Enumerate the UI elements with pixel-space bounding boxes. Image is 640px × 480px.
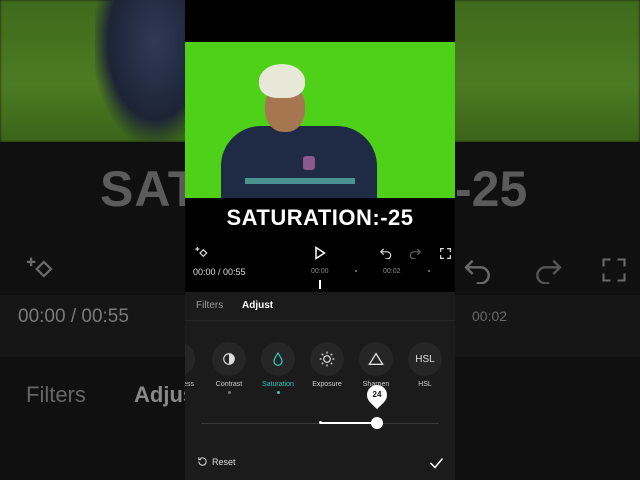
fullscreen-icon[interactable]: [434, 242, 455, 264]
timeline-dot: [428, 270, 430, 272]
tool-hsl[interactable]: HSL HSL: [401, 342, 449, 388]
background-undo-icon: [462, 256, 494, 291]
slider-thumb[interactable]: [371, 417, 384, 429]
background-caption-right: -25: [455, 161, 528, 217]
reset-button[interactable]: Reset: [197, 456, 236, 467]
reset-label: Reset: [212, 456, 236, 467]
confirm-button[interactable]: [427, 454, 445, 472]
background-tab-filters: Filters: [26, 382, 86, 407]
saturation-icon: [261, 342, 295, 376]
keyframe-icon[interactable]: [191, 242, 213, 264]
saturation-slider[interactable]: 24: [201, 380, 439, 429]
tool-label: HSL: [418, 381, 432, 388]
tool-label: Saturation: [262, 381, 294, 388]
exposure-icon: [310, 342, 344, 376]
tool-exposure[interactable]: Exposure: [303, 342, 351, 388]
tool-indicator-dot: [276, 391, 280, 394]
background-keyframe-icon: [24, 252, 58, 293]
shirt-badge: [303, 156, 315, 170]
timeline-dot: [355, 270, 357, 272]
contrast-icon: [212, 342, 246, 376]
tool-brightness[interactable]: ness: [185, 342, 202, 388]
timeline-mark: 00:02: [383, 268, 401, 275]
adjust-panel: Filters Adjust ness Contrast: [185, 292, 455, 480]
editor-screen: SATURATION:-25 00:00 / 00:55 00:00 00:02…: [185, 0, 455, 480]
time-readout: 00:00 / 00:55: [193, 267, 246, 277]
timeline[interactable]: 00:00 / 00:55 00:00 00:02: [185, 264, 455, 292]
background-time-mark: 00:02: [472, 308, 508, 324]
reset-icon: [198, 457, 207, 466]
hsl-icon-text: HSL: [415, 353, 435, 365]
slider-value: 24: [372, 390, 382, 399]
hsl-icon: HSL: [408, 342, 442, 376]
adjust-tools: ness Contrast Saturation Expo: [185, 342, 455, 402]
tool-label: ness: [185, 381, 194, 388]
tool-label: Contrast: [215, 381, 243, 388]
tab-filters[interactable]: Filters: [196, 300, 223, 311]
tab-adjust[interactable]: Adjust: [242, 300, 273, 311]
slider-fill: [320, 422, 378, 424]
tool-label: Exposure: [312, 381, 342, 388]
background-fullscreen-icon: [600, 256, 628, 291]
timeline-mark: 00:00: [311, 268, 329, 275]
slider-origin-dot: [318, 421, 322, 424]
tool-indicator-dot: [227, 391, 231, 394]
tool-sharpen[interactable]: Sharpen: [352, 342, 400, 388]
playhead[interactable]: [319, 280, 321, 289]
panel-footer: Reset: [185, 450, 455, 480]
player-hair: [259, 64, 305, 98]
playback-toolbar: [185, 242, 455, 264]
sharpen-icon: [359, 342, 393, 376]
shirt-stripe: [245, 178, 355, 184]
background-time: 00:00 / 00:55: [18, 306, 129, 327]
play-icon[interactable]: [309, 242, 331, 264]
tool-saturation[interactable]: Saturation: [254, 342, 302, 394]
tool-contrast[interactable]: Contrast: [205, 342, 253, 394]
brightness-icon: [185, 342, 195, 376]
panel-tabs: Filters Adjust: [185, 292, 455, 321]
redo-icon[interactable]: [404, 242, 426, 264]
video-preview[interactable]: [185, 42, 455, 198]
check-icon: [429, 458, 443, 469]
video-caption: SATURATION:-25: [226, 205, 414, 230]
player-shirt: [221, 126, 377, 198]
background-redo-icon: [532, 256, 564, 291]
undo-icon[interactable]: [375, 242, 397, 264]
